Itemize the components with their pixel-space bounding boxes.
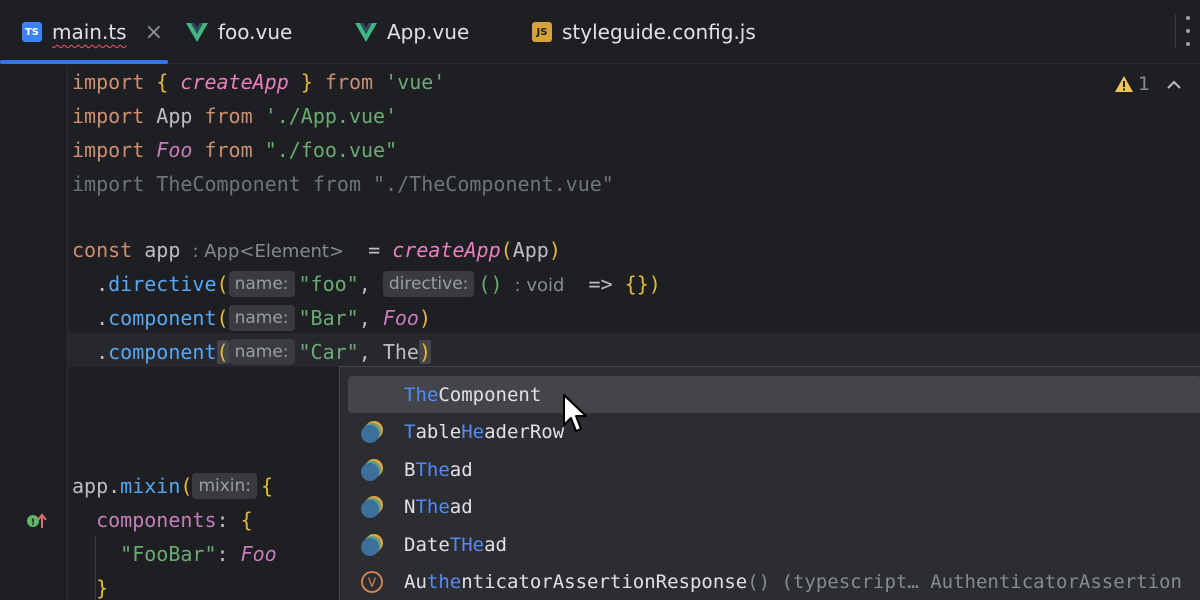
ts-file-icon: TS [22, 22, 42, 42]
code-line-13: app.mixin(mixin:{ [72, 473, 274, 499]
param-inlay-hint: name: [228, 271, 295, 297]
vue-file-icon [186, 23, 208, 42]
vue-component-icon [361, 420, 383, 443]
param-inlay-hint: mixin: [192, 473, 258, 499]
tab-label: main.ts [52, 20, 127, 44]
more-tabs-icon[interactable] [1182, 16, 1194, 46]
vue-file-icon [355, 23, 377, 42]
warning-count: 1 [1138, 73, 1151, 95]
code-line-9: .component(name: "Car", The) [96, 339, 431, 365]
editor-gutter: ! [0, 65, 68, 600]
param-inlay-hint: directive: [382, 271, 475, 297]
code-line-4: import TheComponent from "./TheComponent… [72, 172, 614, 196]
code-line-15: "FooBar": Foo [120, 542, 277, 566]
type-inlay-hint: : App<Element> [192, 241, 345, 262]
completion-item-authenticatorassertionresponse[interactable]: V Au the nticatorAssertionResponse() (type… [348, 563, 1200, 600]
implemented-method-icon[interactable]: ! [26, 511, 48, 531]
vue-component-icon [361, 495, 383, 518]
completion-item-bthead[interactable]: B The ad [348, 451, 1200, 488]
completion-item-thecomponent[interactable]: The Component [348, 376, 1200, 413]
warning-triangle-icon [1115, 76, 1133, 92]
tab-label: styleguide.config.js [562, 20, 756, 44]
code-line-14: components: { [96, 508, 253, 532]
svg-text:V: V [368, 575, 377, 589]
tab-main-ts[interactable]: TS main.ts × [0, 0, 168, 64]
code-line-7: .directive(name: "foo", directive:() : vo… [96, 271, 661, 297]
code-line-3: import Foo from "./foo.vue" [72, 138, 398, 162]
tab-label: App.vue [387, 20, 470, 44]
vue-component-icon [361, 458, 383, 481]
code-completion-popup[interactable]: The Component Table He aderRow B The ad N The a… [339, 366, 1200, 600]
param-inlay-hint: name: [228, 339, 295, 365]
code-line-16: } [96, 576, 109, 600]
js-file-icon: JS [532, 22, 552, 42]
mouse-pointer-icon [563, 394, 587, 432]
tab-foo-vue[interactable]: foo.vue [186, 0, 292, 64]
completion-item-tableheaderrow[interactable]: Table He aderRow [348, 413, 1200, 450]
completion-item-nthead[interactable]: N The ad [348, 488, 1200, 525]
completion-item-datethead[interactable]: Date THe ad [348, 526, 1200, 563]
tab-styleguide-config-js[interactable]: JS styleguide.config.js [532, 0, 756, 64]
code-line-8: .component(name: "Bar", Foo) [96, 305, 431, 331]
tab-label: foo.vue [218, 20, 293, 44]
editor-tab-bar: TS main.ts × foo.vue App.vue JS stylegui… [0, 0, 1200, 64]
variable-icon: V [361, 570, 383, 593]
svg-text:!: ! [31, 518, 35, 528]
vue-component-icon [361, 533, 383, 556]
code-line-2: import App from './App.vue' [72, 104, 398, 128]
tab-divider [1175, 14, 1176, 48]
close-icon[interactable]: × [145, 20, 163, 45]
code-line-6: const app : App<Element> = createApp(App… [72, 238, 561, 262]
chevron-up-icon[interactable] [1166, 79, 1182, 89]
inspection-widget[interactable]: 1 [1114, 73, 1182, 95]
param-inlay-hint: name: [228, 305, 295, 331]
code-line-1: import { createApp } from 'vue' [72, 70, 446, 94]
tab-app-vue[interactable]: App.vue [355, 0, 469, 64]
